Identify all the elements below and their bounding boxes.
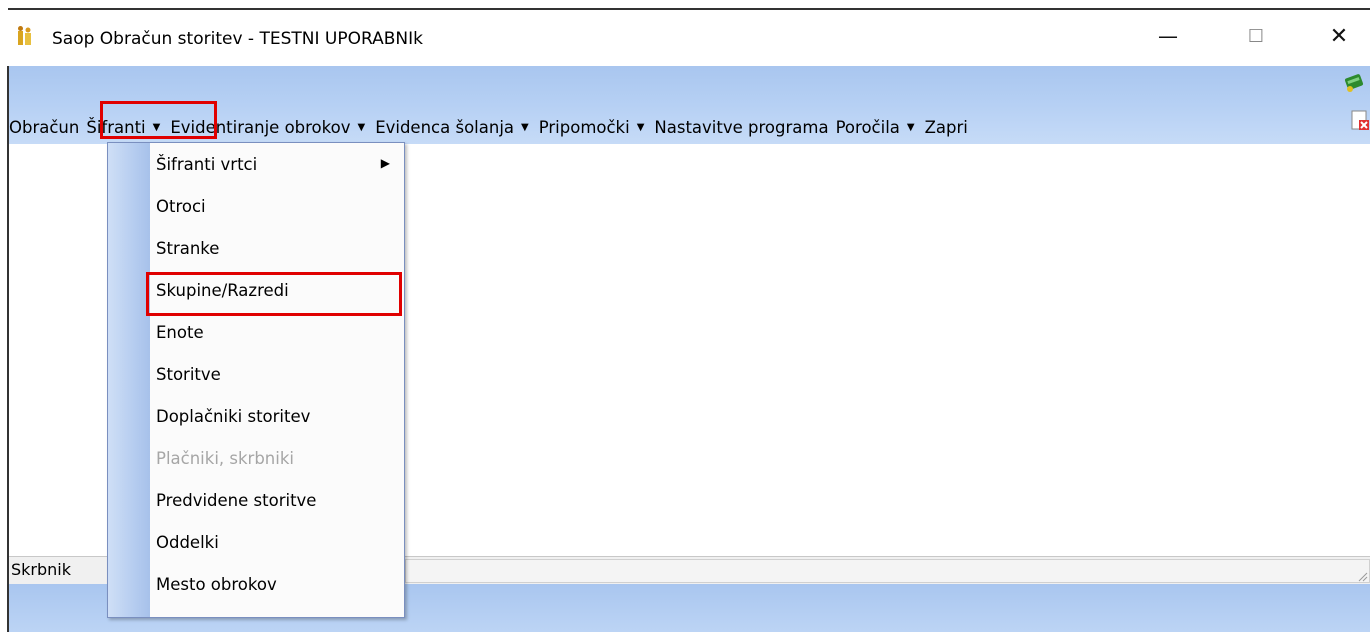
menu-item-poročila[interactable]: Poročila ▼ — [836, 112, 925, 142]
chevron-down-icon: ▼ — [636, 121, 645, 133]
minimize-icon[interactable]: — — [1145, 18, 1191, 54]
close-icon[interactable]: ✕ — [1316, 18, 1362, 54]
dropdown-item-label: Šifranti vrtci — [156, 154, 258, 174]
menu-item-pripomočki[interactable]: Pripomočki ▼ — [539, 112, 655, 142]
dropdown-item-mesto-obrokov[interactable]: Mesto obrokov — [156, 563, 404, 605]
app-icon — [18, 26, 31, 45]
app-window: Saop Obračun storitev - TESTNI UPORABNIk… — [0, 0, 1370, 632]
dropdown-item-oddelki[interactable]: Oddelki — [156, 521, 404, 563]
exit-icon[interactable] — [1350, 110, 1370, 132]
highlight-sifranti-menu — [100, 101, 217, 139]
menu-item-label: Zapri — [924, 117, 968, 137]
dropdown-item-label: Enote — [156, 322, 204, 342]
dropdown-icon-gutter — [108, 143, 150, 617]
dropdown-item-otroci[interactable]: Otroci — [156, 185, 404, 227]
dropdown-item-predvidene-storitve[interactable]: Predvidene storitve — [156, 479, 404, 521]
dropdown-item-label: Storitve — [156, 364, 221, 384]
chevron-down-icon: ▼ — [906, 121, 915, 133]
status-panel — [405, 559, 1370, 583]
menu-item-evidenca-šolanja[interactable]: Evidenca šolanja ▼ — [375, 112, 539, 142]
chevron-down-icon: ▼ — [521, 121, 529, 133]
dropdown-item-label: Oddelki — [156, 532, 219, 552]
dropdown-item-label: Mesto obrokov — [156, 574, 277, 594]
dropdown-item-plačniki-skrbniki: Plačniki, skrbniki — [156, 437, 404, 479]
menu-item-label: Evidenca šolanja — [375, 117, 515, 137]
window-left-border — [0, 0, 9, 632]
submenu-arrow-icon: ▶ — [380, 156, 390, 170]
dropdown-item-label: Plačniki, skrbniki — [156, 448, 294, 468]
dropdown-item-storitve[interactable]: Storitve — [156, 353, 404, 395]
menu-item-obračun[interactable]: Obračun — [9, 112, 86, 142]
dropdown-item-šifranti-vrtci[interactable]: Šifranti vrtci ▶ — [156, 143, 404, 185]
menu-item-label: Obračun — [9, 117, 80, 137]
maximize-icon[interactable]: ☐ — [1233, 18, 1279, 54]
menu-item-label: Poročila — [835, 117, 900, 137]
dropdown-item-doplačniki-storitev[interactable]: Doplačniki storitev — [156, 395, 404, 437]
dropdown-item-label: Stranke — [156, 238, 220, 258]
chevron-down-icon: ▼ — [357, 121, 366, 133]
book-icon[interactable] — [1343, 72, 1367, 94]
resize-grip-icon[interactable] — [1358, 572, 1368, 582]
status-user-text: Skrbnik — [11, 560, 72, 579]
menu-item-zapri[interactable]: Zapri — [925, 112, 975, 142]
window-title: Saop Obračun storitev - TESTNI UPORABNIk — [52, 29, 423, 49]
dropdown-item-stranke[interactable]: Stranke — [156, 227, 404, 269]
sifranti-dropdown-menu: Šifranti vrtci ▶ Otroci Stranke Skupine/Razr… — [107, 142, 405, 618]
dropdown-item-enote[interactable]: Enote — [156, 311, 404, 353]
menu-item-nastavitve-programa[interactable]: Nastavitve programa — [654, 112, 835, 142]
dropdown-item-label: Otroci — [156, 196, 206, 216]
dropdown-list: Šifranti vrtci ▶ Otroci Stranke Skupine/Razr… — [156, 143, 404, 605]
highlight-skupine-razredi — [146, 272, 402, 316]
dropdown-item-label: Doplačniki storitev — [156, 406, 311, 426]
dropdown-item-label: Predvidene storitve — [156, 490, 317, 510]
menu-item-label: Pripomočki — [538, 117, 630, 137]
menu-item-label: Nastavitve programa — [654, 117, 829, 137]
